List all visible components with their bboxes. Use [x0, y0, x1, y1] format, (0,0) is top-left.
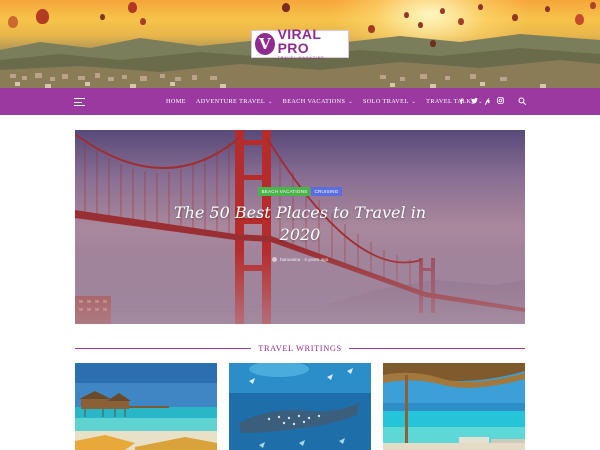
post-tags: BEACH VACATIONS CRUISING — [75, 187, 525, 196]
hot-air-balloon — [545, 6, 550, 12]
hot-air-balloon — [478, 4, 483, 10]
featured-post[interactable]: BEACH VACATIONS CRUISING The 50 Best Pla… — [75, 130, 525, 324]
hot-air-balloon — [575, 14, 584, 25]
post-card-image — [75, 363, 217, 450]
post-date: 4 years ago — [304, 257, 329, 262]
hot-air-balloon — [430, 40, 436, 47]
post-card[interactable] — [229, 363, 371, 450]
nav-item-label: HOME — [166, 98, 186, 105]
instagram-icon[interactable] — [494, 97, 507, 106]
nav-item-solo-travel[interactable]: SOLO TRAVEL ⌄ — [363, 98, 416, 105]
hot-air-balloon — [404, 12, 409, 18]
avatar — [271, 257, 277, 263]
nav-item-label: BEACH VACATIONS — [282, 98, 346, 105]
search-icon[interactable] — [515, 96, 528, 107]
hot-air-balloon — [128, 2, 137, 13]
tag-beach-vacations[interactable]: BEACH VACATIONS — [258, 187, 311, 196]
logo-name: VIRAL PRO — [277, 26, 321, 57]
hot-air-balloon — [100, 14, 105, 20]
hot-air-balloon — [8, 16, 18, 28]
post-title-line: The 50 Best Places to Travel in — [173, 203, 427, 222]
hot-air-balloon — [440, 8, 445, 14]
tag-cruising[interactable]: CRUISING — [311, 187, 342, 196]
section-title: TRAVEL WRITINGS — [258, 343, 342, 353]
hot-air-balloon — [36, 9, 49, 24]
section-heading: TRAVEL WRITINGS — [75, 343, 525, 353]
hot-air-balloon — [368, 25, 375, 33]
pinterest-icon[interactable]: 𝓅 — [481, 97, 494, 106]
chevron-down-icon: ⌄ — [268, 99, 273, 105]
post-card[interactable] — [75, 363, 217, 450]
post-card[interactable] — [383, 363, 525, 450]
nav-item-home[interactable]: HOME — [166, 98, 186, 105]
main-nav: HOME ADVENTURE TRAVEL ⌄ BEACH VACATIONS ⌄ … — [0, 88, 600, 115]
post-title-line: 2020 — [279, 225, 321, 244]
hot-air-balloon — [458, 18, 464, 25]
logo-mark: V — [255, 33, 275, 55]
post-grid — [75, 363, 525, 450]
hot-air-balloon — [418, 22, 423, 28]
logo-tagline: TRAVEL MAGAZINE — [277, 56, 325, 61]
chevron-down-icon: ⌄ — [348, 99, 353, 105]
post-title[interactable]: The 50 Best Places to Travel in 2020 — [75, 202, 525, 246]
nav-item-label: SOLO TRAVEL — [362, 98, 409, 105]
social-icons: f 𝓅 — [455, 88, 528, 115]
hot-air-balloon — [282, 3, 290, 12]
post-card-image — [229, 363, 371, 450]
nav-item-adventure-travel[interactable]: ADVENTURE TRAVEL ⌄ — [196, 98, 273, 105]
divider — [348, 347, 525, 349]
post-author[interactable]: haruvaina — [280, 257, 300, 262]
nav-links: HOME ADVENTURE TRAVEL ⌄ BEACH VACATIONS ⌄ … — [166, 88, 493, 115]
header-banner: V VIRAL PRO TRAVEL MAGAZINE — [0, 0, 600, 88]
hot-air-balloon — [140, 18, 146, 25]
nav-item-beach-vacations[interactable]: BEACH VACATIONS ⌄ — [283, 98, 353, 105]
divider — [75, 347, 252, 349]
hot-air-balloon — [512, 14, 518, 21]
facebook-icon[interactable]: f — [455, 98, 468, 106]
hot-air-balloon — [590, 2, 596, 9]
site-logo[interactable]: V VIRAL PRO TRAVEL MAGAZINE — [251, 26, 349, 61]
menu-icon[interactable] — [74, 98, 85, 106]
nav-item-label: ADVENTURE TRAVEL — [195, 98, 266, 105]
twitter-icon[interactable] — [468, 97, 481, 106]
chevron-down-icon: ⌄ — [411, 99, 417, 105]
post-card-image — [383, 363, 525, 450]
post-meta: haruvaina · 4 years ago — [75, 257, 525, 263]
